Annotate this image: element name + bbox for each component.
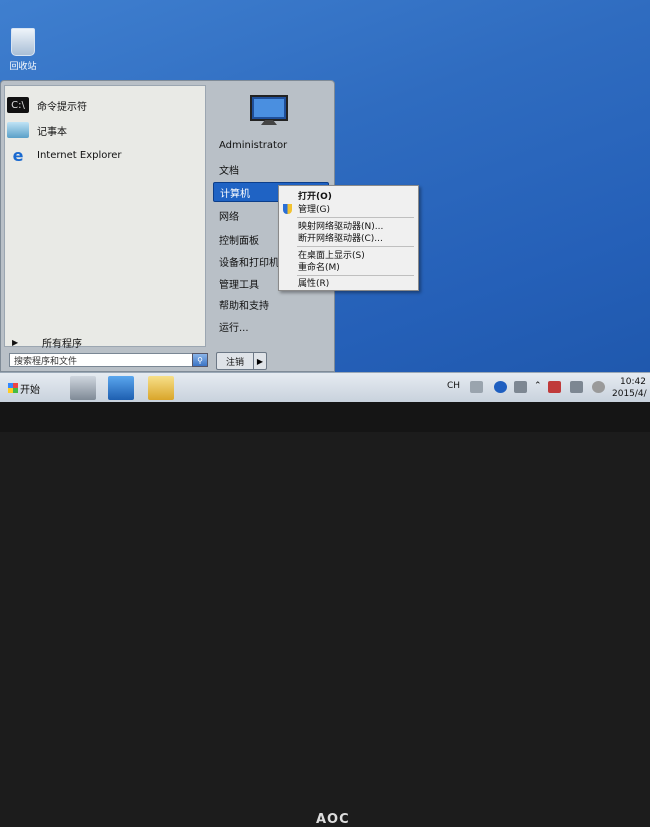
ctx-rename[interactable]: 重命名(M) — [281, 260, 416, 273]
all-programs-button[interactable]: ▶ 所有程序 — [4, 333, 204, 351]
powershell-icon[interactable] — [108, 376, 134, 400]
menu-item-documents[interactable]: 文档 — [213, 159, 329, 179]
menu-item-run[interactable]: 运行... — [213, 316, 329, 336]
recycle-bin[interactable]: 回收站 — [4, 28, 42, 72]
user-picture-icon — [250, 95, 288, 125]
user-name[interactable]: Administrator — [213, 135, 329, 155]
program-item-notepad[interactable]: 记事本 — [7, 119, 203, 141]
ctx-open[interactable]: 打开(O) — [281, 189, 416, 202]
language-indicator[interactable]: CH — [447, 381, 460, 391]
divider — [297, 217, 414, 218]
ie-icon: e — [12, 145, 24, 165]
ctx-properties[interactable]: 属性(R) — [281, 276, 416, 289]
divider — [297, 246, 414, 247]
program-label: 命令提示符 — [37, 101, 87, 113]
cmd-icon: C:\ — [7, 97, 29, 113]
show-hidden-icons-icon[interactable]: ⌃ — [534, 381, 542, 391]
start-label: 开始 — [20, 384, 40, 396]
server-manager-icon[interactable] — [70, 376, 96, 400]
monitor-bezel: AOC — [0, 402, 650, 827]
monitor-brand-logo: AOC — [316, 812, 350, 827]
search-input[interactable]: 搜索程序和文件 — [9, 353, 193, 367]
logoff-button[interactable]: 注销 — [216, 352, 254, 370]
program-item-cmd[interactable]: C:\ 命令提示符 — [7, 94, 203, 116]
triangle-right-icon: ▶ — [12, 337, 19, 347]
help-icon[interactable] — [494, 381, 507, 393]
program-label: 记事本 — [37, 126, 67, 138]
start-menu-programs-pane: C:\ 命令提示符 记事本 e Internet Explorer — [4, 85, 206, 347]
shutdown-options-arrow-icon[interactable]: ▶ — [253, 352, 267, 370]
ctx-disconnect-drive[interactable]: 断开网络驱动器(C)... — [281, 231, 416, 244]
menu-item-help[interactable]: 帮助和支持 — [213, 294, 329, 314]
recycle-bin-icon — [11, 28, 35, 56]
notepad-icon — [7, 122, 29, 138]
context-menu: 打开(O) 管理(G) 映射网络驱动器(N)... 断开网络驱动器(C)... … — [278, 185, 419, 291]
explorer-folder-icon[interactable] — [148, 376, 174, 400]
all-programs-label: 所有程序 — [42, 338, 82, 350]
volume-icon[interactable] — [592, 381, 605, 393]
search-icon[interactable]: ⚲ — [192, 353, 208, 367]
program-label: Internet Explorer — [37, 149, 122, 161]
start-button[interactable]: 开始 — [8, 378, 46, 398]
windows-logo-icon — [8, 383, 18, 393]
action-center-flag-icon[interactable] — [548, 381, 561, 393]
taskbar: 开始 CH ⌃ 10:42 2015/4/ — [0, 372, 650, 403]
network-icon[interactable] — [570, 381, 583, 393]
keyboard-icon[interactable] — [470, 381, 483, 393]
recycle-bin-label: 回收站 — [9, 62, 37, 72]
clock-time[interactable]: 10:42 — [620, 377, 646, 387]
program-item-ie[interactable]: e Internet Explorer — [7, 144, 203, 166]
desktop: 回收站 C:\ 命令提示符 记事本 e Internet Explorer ▶ … — [0, 0, 650, 380]
ctx-manage[interactable]: 管理(G) — [281, 202, 416, 215]
clock-date[interactable]: 2015/4/ — [612, 389, 647, 399]
ime-options-icon[interactable] — [514, 381, 527, 393]
